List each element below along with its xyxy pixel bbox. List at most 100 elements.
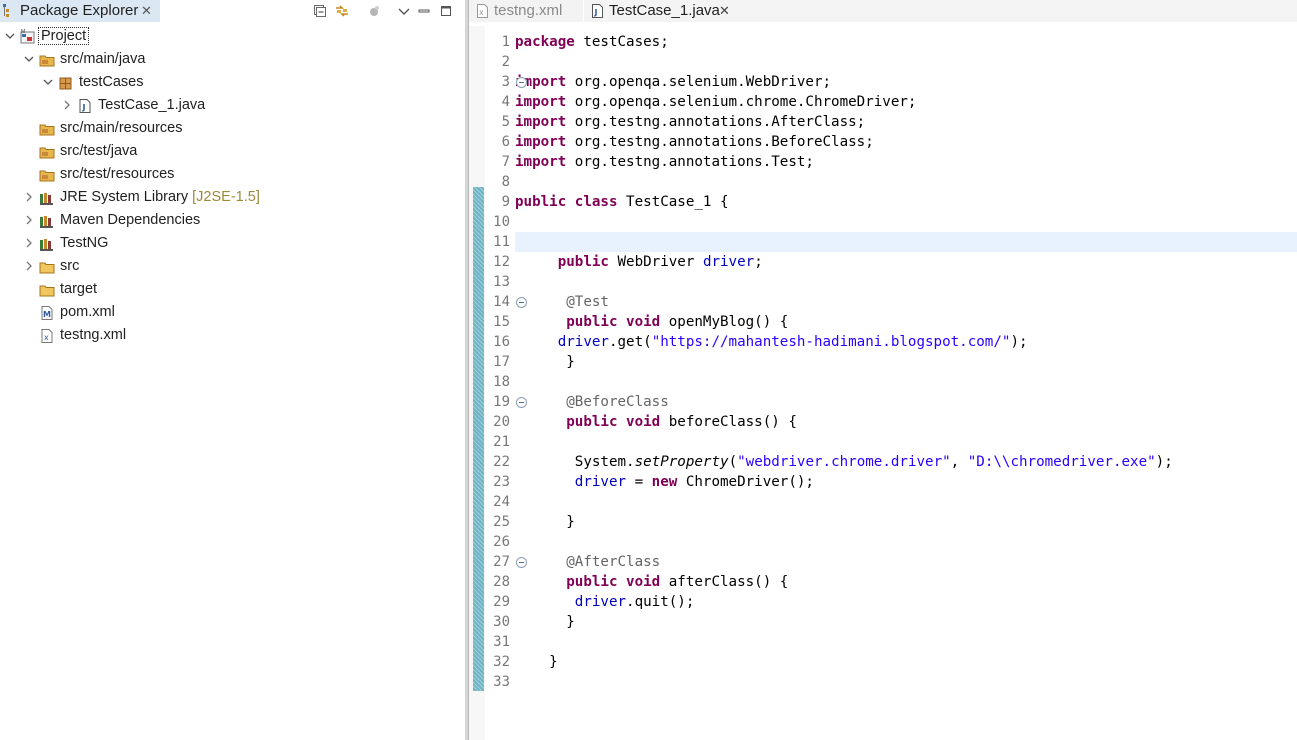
- code-token: org.testng.annotations.AfterClass;: [566, 114, 866, 130]
- folder-icon: [39, 285, 55, 297]
- close-icon[interactable]: ✕: [141, 3, 152, 19]
- chevron-down-icon[interactable]: [4, 30, 16, 42]
- code-token: }: [515, 354, 575, 370]
- tree-item-text: src/main/java: [60, 51, 146, 67]
- code-line: public WebDriver driver;: [515, 252, 763, 272]
- code-area[interactable]: package testCases; import org.openqa.sele…: [515, 26, 1297, 740]
- code-line: import org.testng.annotations.BeforeClas…: [515, 132, 874, 152]
- package-explorer-icon: [3, 4, 9, 17]
- code-line: @AfterClass: [515, 552, 660, 572]
- chevron-right-icon[interactable]: [23, 260, 35, 272]
- collapse-all-icon[interactable]: [312, 3, 328, 19]
- code-line: public void afterClass() {: [515, 572, 788, 592]
- link-with-editor-icon[interactable]: [334, 3, 350, 19]
- tree-item-project[interactable]: M Project: [0, 26, 465, 48]
- line-number: 13: [493, 274, 510, 290]
- maximize-icon[interactable]: [438, 3, 454, 19]
- line-number: 18: [493, 374, 510, 390]
- tab-testng-xml[interactable]: x testng.xml: [469, 0, 583, 22]
- tree-item-src-main-java[interactable]: src/main/java: [0, 49, 465, 71]
- fold-toggle-icon[interactable]: [516, 397, 527, 408]
- line-number: 29: [493, 594, 510, 610]
- fold-toggle-icon[interactable]: [516, 297, 527, 308]
- chevron-down-icon[interactable]: [23, 53, 35, 65]
- tree-item-maven-dependencies[interactable]: Maven Dependencies: [0, 210, 465, 232]
- line-number: 8: [501, 174, 510, 190]
- code-token: public: [566, 414, 618, 430]
- tree-item-text: src: [60, 258, 80, 274]
- tree-item-text: src/test/java: [60, 143, 138, 159]
- tree-item-src-test-java[interactable]: src/test/java: [0, 141, 465, 163]
- code-line: package testCases;: [515, 32, 669, 52]
- code-token: );: [1155, 454, 1173, 470]
- chevron-right-icon[interactable]: [23, 214, 35, 226]
- line-number: 31: [493, 634, 510, 650]
- java-editor: x testng.xml J TestCase_1.java ✕ 1234567…: [469, 0, 1297, 740]
- library-icon: [40, 239, 53, 251]
- filter-icon[interactable]: [366, 3, 382, 19]
- line-number: 9: [501, 194, 510, 210]
- tree-item-jre-system-library[interactable]: JRE System Library [J2SE-1.5]: [0, 187, 465, 209]
- tree-item-testng[interactable]: TestNG: [0, 233, 465, 255]
- tree-item-src-main-resources[interactable]: src/main/resources: [0, 118, 465, 140]
- tab-label: testng.xml: [494, 2, 563, 19]
- code-line: }: [515, 352, 575, 372]
- tree-item-testcases[interactable]: testCases: [0, 72, 465, 94]
- maven-file-icon: M: [41, 306, 53, 320]
- tree-item-testcase-1-java[interactable]: J TestCase_1.java: [0, 95, 465, 117]
- tree-item-testng-xml[interactable]: x testng.xml: [0, 325, 465, 347]
- package-explorer-title: Package Explorer: [20, 2, 139, 19]
- close-icon[interactable]: ✕: [719, 3, 730, 19]
- svg-text:x: x: [479, 8, 484, 17]
- svg-text:M: M: [43, 310, 51, 319]
- tree-item-src[interactable]: src: [0, 256, 465, 278]
- code-token: beforeClass() {: [660, 414, 797, 430]
- code-token: org.openqa.selenium.WebDriver;: [566, 74, 832, 90]
- chevron-down-icon[interactable]: [42, 76, 54, 88]
- fold-toggle-icon[interactable]: [516, 77, 527, 88]
- tree-item-label: TestNG: [60, 235, 108, 251]
- code-token: @AfterClass: [566, 554, 661, 570]
- chevron-right-icon[interactable]: [61, 99, 73, 111]
- code-line: public void beforeClass() {: [515, 412, 797, 432]
- line-number: 33: [493, 674, 510, 690]
- code-line: @Test: [515, 292, 609, 312]
- tab-testcase-1-java[interactable]: J TestCase_1.java ✕: [584, 0, 1297, 22]
- current-line-highlight: [515, 232, 1297, 252]
- line-number: 6: [501, 134, 510, 150]
- tree-item-text: pom.xml: [60, 304, 115, 320]
- line-number: 24: [493, 494, 510, 510]
- tree-item-target[interactable]: target: [0, 279, 465, 301]
- tree-item-src-test-resources[interactable]: src/test/resources: [0, 164, 465, 186]
- code-token: openMyBlog() {: [660, 314, 789, 330]
- tree-item-text: JRE System Library: [60, 189, 189, 205]
- code-token: WebDriver: [608, 254, 703, 270]
- line-number: 16: [493, 334, 510, 350]
- code-token: import: [515, 114, 567, 130]
- minimize-icon[interactable]: [416, 3, 432, 19]
- tree-item-pom-xml[interactable]: Mpom.xml: [0, 302, 465, 324]
- fold-toggle-icon[interactable]: [516, 557, 527, 568]
- tab-package-explorer[interactable]: Package Explorer ✕: [0, 0, 160, 22]
- code-line: }: [515, 612, 575, 632]
- code-token: new: [651, 474, 678, 490]
- chevron-right-icon[interactable]: [23, 191, 35, 203]
- code-token: ;: [754, 254, 763, 270]
- view-menu-icon[interactable]: [396, 3, 412, 19]
- chevron-right-icon[interactable]: [23, 237, 35, 249]
- code-token: driver: [557, 334, 609, 350]
- code-token: org.testng.annotations.BeforeClass;: [566, 134, 874, 150]
- tree-item-label: src/test/java: [60, 143, 137, 159]
- code-token: public: [566, 314, 618, 330]
- code-line: public void openMyBlog() {: [515, 312, 788, 332]
- code-token: }: [515, 514, 575, 530]
- line-number: 5: [501, 114, 510, 130]
- code-token: driver: [574, 474, 627, 490]
- code-token: public: [566, 574, 618, 590]
- code-token: );: [1010, 334, 1028, 350]
